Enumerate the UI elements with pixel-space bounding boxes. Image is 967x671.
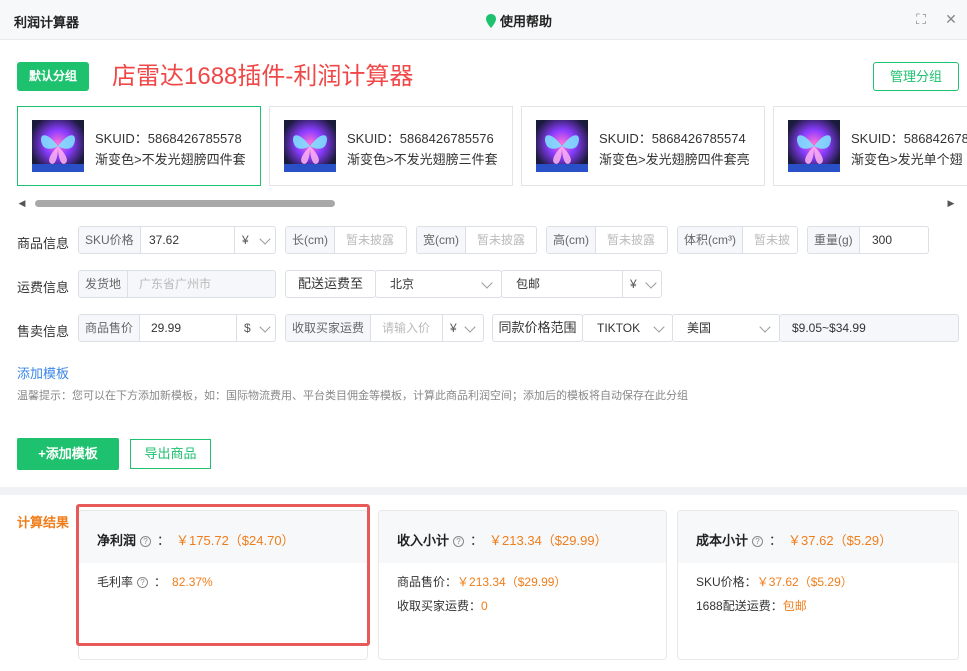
destination-select[interactable]: 北京 — [375, 270, 502, 298]
help-link[interactable]: 使用帮助 — [485, 11, 552, 30]
height-field[interactable]: 高(cm) 暂未披露 — [546, 226, 668, 254]
sku-id: SKUID：586842678 — [851, 131, 967, 146]
product-info-label: 商品信息 — [17, 236, 70, 251]
sale-info-label: 售卖信息 — [17, 324, 70, 339]
chevron-down-icon — [481, 277, 493, 289]
highlight-annotation-box — [76, 504, 370, 646]
results-label: 计算结果 — [17, 515, 70, 530]
price-range-display: $9.05~$34.99 — [779, 314, 959, 342]
product-thumbnail — [32, 120, 84, 172]
currency-select[interactable]: ¥ — [442, 315, 483, 341]
sku-name: 渐变色>发光单个翅 — [851, 152, 963, 167]
sku-name: 渐变色>发光翅膀四件套亮 — [599, 152, 750, 167]
price-range-button[interactable]: 同款价格范围 — [492, 314, 583, 342]
shipping-type-field[interactable]: 包邮 ¥ — [501, 270, 662, 298]
sku-price-field[interactable]: SKU价格 37.62 ¥ — [78, 226, 276, 254]
manage-group-button[interactable]: 管理分组 — [873, 62, 959, 91]
cost-card: 成本小计?： ￥37.62（$5.29） SKU价格：￥37.62（$5.29） … — [677, 510, 959, 660]
ship-to-button[interactable]: 配送运费至 — [285, 270, 376, 298]
income-title: 收入小计 — [397, 533, 450, 548]
sku-scrollbar[interactable]: ◀ ▶ — [17, 196, 959, 210]
sku-card[interactable]: SKUID：5868426785578 渐变色>不发光翅膀四件套 — [17, 106, 261, 186]
scroll-right-arrow-icon[interactable]: ▶ — [946, 196, 956, 210]
chevron-down-icon — [759, 321, 771, 333]
sku-id: SKUID：5868426785574 — [599, 131, 746, 146]
volume-field[interactable]: 体积(cm³) 暂未披 — [677, 226, 798, 254]
product-thumbnail — [536, 120, 588, 172]
currency-select[interactable]: $ — [236, 315, 275, 341]
income-value: ￥213.34（$29.99） — [489, 533, 608, 548]
currency-select[interactable]: ¥ — [234, 227, 275, 253]
template-tip: 温馨提示：您可以在下方添加新模板，如：国际物流费用、平台类目佣金等模板，计算此商… — [17, 390, 688, 402]
cost-shipping-label: 1688配送运费： — [696, 599, 783, 613]
origin-field: 发货地 广东省广州市 — [78, 270, 276, 298]
sku-name: 渐变色>不发光翅膀四件套 — [95, 152, 246, 167]
help-question-icon[interactable]: ? — [453, 536, 465, 547]
country-select[interactable]: 美国 — [672, 314, 780, 342]
product-thumbnail — [284, 120, 336, 172]
sku-list: SKUID：5868426785578 渐变色>不发光翅膀四件套 SKUID：5… — [17, 106, 967, 186]
cost-sku-label: SKU价格： — [696, 575, 757, 589]
cost-title: 成本小计 — [696, 533, 749, 548]
page-headline: 店雷达1688插件-利润计算器 — [112, 63, 414, 90]
maximize-icon[interactable]: ⛶ — [912, 10, 930, 28]
income-price-label: 商品售价： — [397, 575, 458, 589]
sku-card[interactable]: SKUID：586842678 渐变色>发光单个翅 — [773, 106, 967, 186]
window-title: 利润计算器 — [14, 15, 80, 30]
scroll-left-arrow-icon[interactable]: ◀ — [17, 196, 27, 210]
product-thumbnail — [788, 120, 840, 172]
window-titlebar: 利润计算器 使用帮助 ⛶ ✕ — [0, 0, 967, 40]
scroll-thumb[interactable] — [35, 200, 335, 207]
currency-select[interactable]: ¥ — [622, 271, 661, 297]
default-group-button[interactable]: 默认分组 — [17, 62, 89, 91]
cost-sku-value: ￥37.62（$5.29） — [756, 575, 853, 589]
sku-card[interactable]: SKUID：5868426785574 渐变色>发光翅膀四件套亮 — [521, 106, 765, 186]
chevron-down-icon — [653, 321, 665, 333]
platform-select[interactable]: TIKTOK — [582, 314, 673, 342]
cost-value: ￥37.62（$5.29） — [788, 533, 893, 548]
export-products-button[interactable]: 导出商品 — [130, 439, 211, 469]
sku-card[interactable]: SKUID：5868426785576 渐变色>不发光翅膀三件套 — [269, 106, 513, 186]
sku-name: 渐变色>不发光翅膀三件套 — [347, 152, 498, 167]
sku-id: SKUID：5868426785576 — [347, 131, 494, 146]
buyer-shipping-label: 收取买家运费： — [397, 599, 482, 613]
sale-price-field[interactable]: 商品售价 29.99 $ — [78, 314, 276, 342]
section-divider — [0, 487, 967, 495]
location-pin-icon — [486, 13, 496, 28]
buyer-shipping-value: 0 — [481, 599, 488, 613]
add-template-button[interactable]: +添加模板 — [17, 438, 119, 470]
income-price-value: ￥213.34（$29.99） — [457, 575, 567, 589]
length-field[interactable]: 长(cm) 暂未披露 — [285, 226, 407, 254]
add-template-link[interactable]: 添加模板 — [17, 363, 69, 382]
help-question-icon[interactable]: ? — [752, 536, 764, 547]
sku-id: SKUID：5868426785578 — [95, 131, 242, 146]
help-label: 使用帮助 — [500, 14, 553, 29]
income-card: 收入小计?： ￥213.34（$29.99） 商品售价：￥213.34（$29.9… — [378, 510, 667, 660]
close-icon[interactable]: ✕ — [942, 10, 960, 28]
cost-shipping-value: 包邮 — [782, 599, 807, 613]
weight-field[interactable]: 重量(g) 300 — [807, 226, 929, 254]
buyer-shipping-field[interactable]: 收取买家运费 请输入价 ¥ — [285, 314, 484, 342]
shipping-info-label: 运费信息 — [17, 280, 70, 295]
width-field[interactable]: 宽(cm) 暂未披露 — [416, 226, 537, 254]
